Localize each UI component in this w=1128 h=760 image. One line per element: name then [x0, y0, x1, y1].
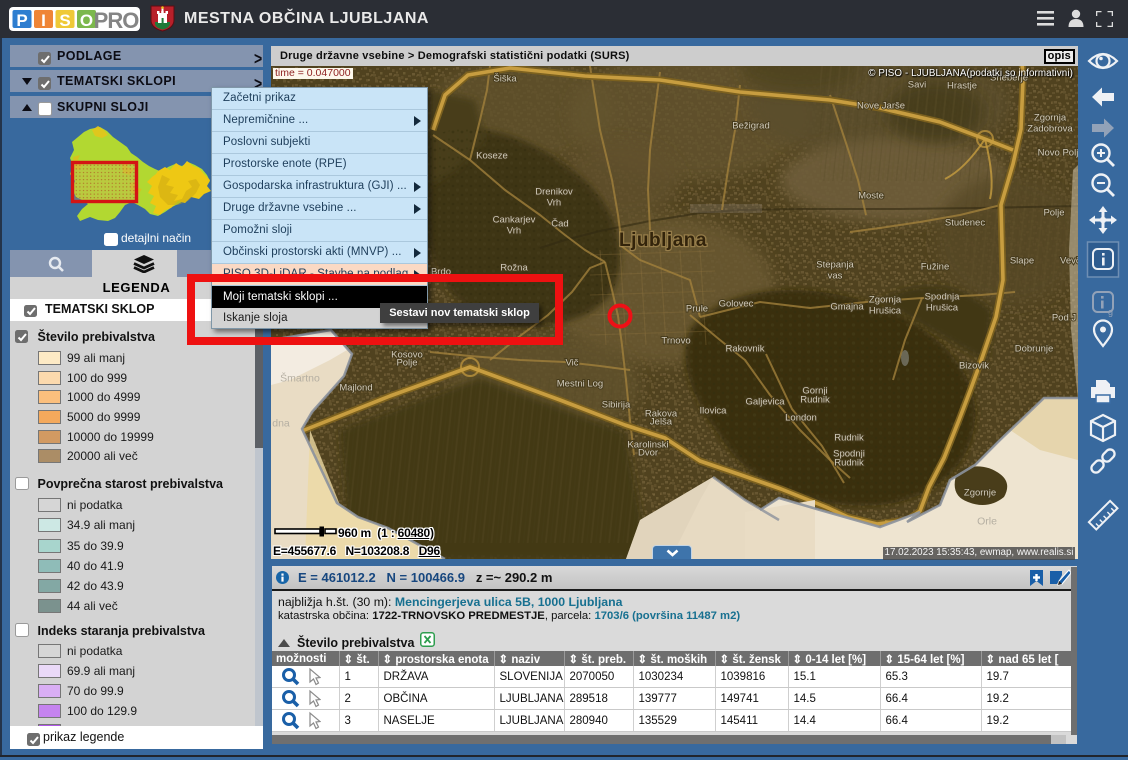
- svg-text:Zgornja: Zgornja: [869, 295, 902, 306]
- svg-text:I: I: [41, 11, 46, 30]
- svg-text:Majlond: Majlond: [339, 383, 372, 394]
- svg-text:Zgornje: Zgornje: [964, 488, 996, 499]
- svg-text:Mestni Log: Mestni Log: [557, 379, 603, 390]
- svg-text:Moste: Moste: [858, 191, 884, 202]
- svg-text:Vič: Vič: [565, 358, 578, 369]
- svg-text:Šmartno: Šmartno: [280, 372, 320, 385]
- svg-text:Dvor: Dvor: [638, 448, 658, 459]
- svg-text:Vevče: Vevče: [1060, 256, 1078, 267]
- svg-text:Hrušica: Hrušica: [926, 303, 959, 314]
- svg-text:Prule: Prule: [686, 304, 708, 315]
- svg-text:Rudnik: Rudnik: [800, 395, 830, 406]
- svg-text:Nove Jarše: Nove Jarše: [857, 101, 905, 112]
- svg-text:Zgornja: Zgornja: [1034, 113, 1067, 124]
- svg-text:PRO: PRO: [94, 8, 140, 32]
- svg-text:Polje: Polje: [1043, 208, 1064, 219]
- svg-text:London: London: [785, 413, 817, 424]
- svg-text:Pod J: Pod J: [1052, 313, 1077, 324]
- svg-text:dna: dna: [272, 418, 290, 430]
- svg-text:Bizovik: Bizovik: [959, 361, 989, 372]
- svg-text:Golovec: Golovec: [719, 299, 754, 310]
- svg-text:Trnovo: Trnovo: [661, 336, 690, 347]
- svg-text:Rakovnik: Rakovnik: [725, 344, 764, 355]
- svg-text:O: O: [80, 11, 93, 30]
- svg-text:g: g: [1108, 307, 1113, 317]
- svg-text:Stepanja: Stepanja: [816, 260, 854, 271]
- svg-text:Polje: Polje: [396, 358, 417, 369]
- svg-text:P: P: [16, 11, 27, 30]
- svg-text:Zadobrova: Zadobrova: [1027, 124, 1073, 135]
- svg-text:Slape: Slape: [1010, 256, 1034, 267]
- svg-text:Savi: Savi: [908, 80, 926, 91]
- svg-text:Vrh: Vrh: [547, 198, 561, 209]
- svg-text:Rožna: Rožna: [500, 263, 528, 274]
- svg-text:Orle: Orle: [977, 516, 997, 528]
- svg-text:Šiška: Šiška: [493, 74, 517, 85]
- svg-text:Fužine: Fužine: [921, 262, 950, 273]
- svg-text:Hrušica: Hrušica: [869, 306, 902, 317]
- svg-text:Galjevica: Galjevica: [745, 397, 785, 408]
- svg-text:Studenec: Studenec: [945, 218, 985, 229]
- svg-text:Jelša: Jelša: [650, 417, 673, 428]
- svg-text:Drenikov: Drenikov: [535, 187, 573, 198]
- svg-text:vas: vas: [828, 271, 843, 282]
- svg-text:Vrh: Vrh: [507, 226, 521, 237]
- svg-text:Koseze: Koseze: [476, 151, 508, 162]
- svg-text:Hrastje: Hrastje: [947, 81, 977, 92]
- svg-text:S: S: [59, 11, 70, 30]
- svg-text:Rudnik: Rudnik: [834, 433, 864, 444]
- svg-text:Gmajna: Gmajna: [830, 302, 864, 313]
- svg-text:Čad: Čad: [551, 219, 568, 230]
- svg-text:Dobrunje: Dobrunje: [1015, 344, 1054, 355]
- svg-text:Sibirija: Sibirija: [602, 400, 631, 411]
- svg-text:Rudnik: Rudnik: [834, 458, 864, 469]
- svg-text:Bežigrad: Bežigrad: [732, 121, 770, 132]
- svg-text:Spodnja: Spodnja: [925, 292, 961, 303]
- svg-text:Cankarjev: Cankarjev: [493, 215, 536, 226]
- svg-text:Ilovica: Ilovica: [700, 406, 728, 417]
- svg-text:Ljubljana: Ljubljana: [619, 230, 707, 251]
- svg-text:Novo Polj: Novo Polj: [1038, 148, 1078, 159]
